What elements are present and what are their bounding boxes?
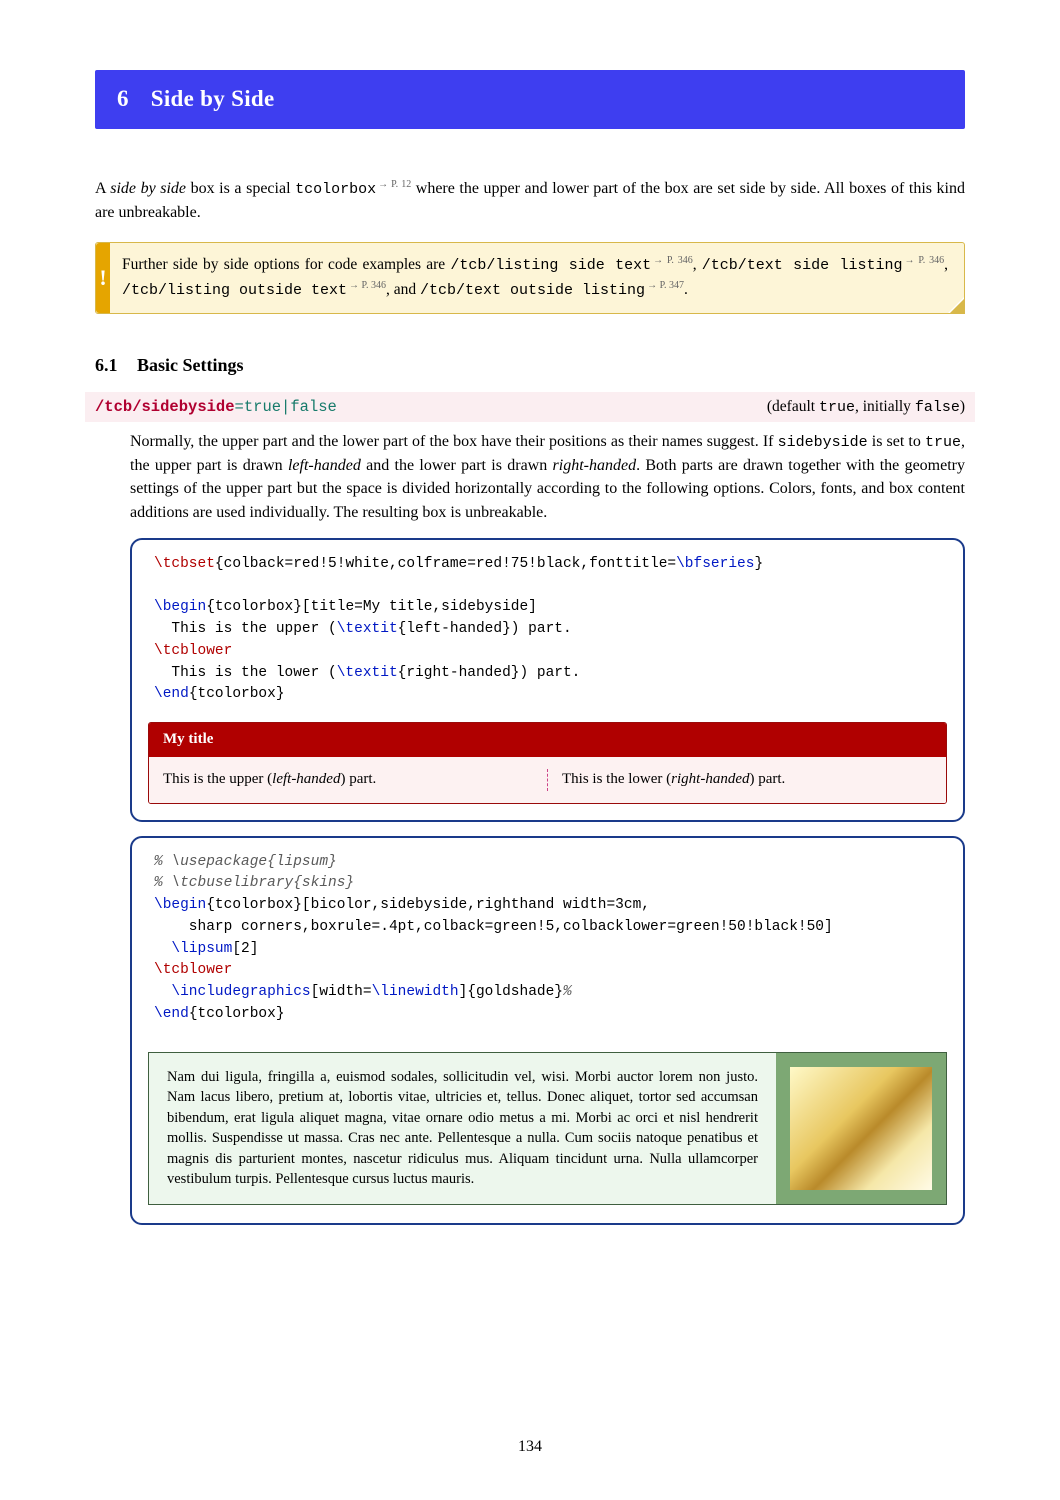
code-listing: \tcbset{colback=red!5!white,colframe=red… — [132, 540, 963, 716]
option-ref[interactable]: /tcb/text outside listing — [420, 282, 645, 299]
key-defaults: (default true, initially false) — [767, 396, 965, 419]
rendered-output-2: Nam dui ligula, fringilla a, euismod sod… — [148, 1052, 947, 1205]
goldshade-image — [776, 1053, 946, 1204]
section-heading: 6.1Basic Settings — [95, 352, 965, 378]
tcolorbox-ref[interactable]: tcolorbox — [295, 181, 376, 198]
option-ref[interactable]: /tcb/text side listing — [702, 257, 903, 274]
info-note: ! Further side by side options for code … — [95, 242, 965, 313]
example-box-2: % \usepackage{lipsum} % \tcbuselibrary{s… — [130, 836, 965, 1225]
chapter-number: 6 — [117, 82, 145, 115]
output-title: My title — [149, 723, 946, 757]
key-path[interactable]: /tcb/sidebyside — [95, 398, 235, 416]
key-definition: /tcb/sidebyside=true|false (default true… — [85, 392, 975, 423]
section-number: 6.1 — [95, 352, 137, 378]
key-description: Normally, the upper part and the lower p… — [130, 430, 965, 523]
key-values: true|false — [244, 398, 337, 416]
chapter-title: Side by Side — [151, 86, 275, 111]
note-body: Further side by side options for code ex… — [110, 243, 964, 312]
output-left: This is the upper (left-handed) part. — [163, 769, 533, 791]
option-ref[interactable]: /tcb/listing outside text — [122, 282, 347, 299]
exclaim-icon: ! — [96, 243, 110, 312]
rendered-output-1: My title This is the upper (left-handed)… — [148, 722, 947, 804]
intro-paragraph: A side by side box is a special tcolorbo… — [95, 177, 965, 224]
section-title: Basic Settings — [137, 355, 244, 375]
page-number: 134 — [0, 1435, 1060, 1458]
code-listing: % \usepackage{lipsum} % \tcbuselibrary{s… — [132, 838, 963, 1036]
lipsum-text: Nam dui ligula, fringilla a, euismod sod… — [149, 1053, 776, 1204]
example-box-1: \tcbset{colback=red!5!white,colframe=red… — [130, 538, 965, 822]
output-right: This is the lower (right-handed) part. — [562, 769, 932, 791]
separator — [547, 769, 548, 791]
page-ref: → P. 12 — [378, 179, 411, 190]
option-ref[interactable]: /tcb/listing side text — [450, 257, 651, 274]
chapter-heading: 6 Side by Side — [95, 70, 965, 129]
dogear-icon — [948, 297, 964, 313]
term-sidebyside: side by side — [110, 180, 186, 197]
